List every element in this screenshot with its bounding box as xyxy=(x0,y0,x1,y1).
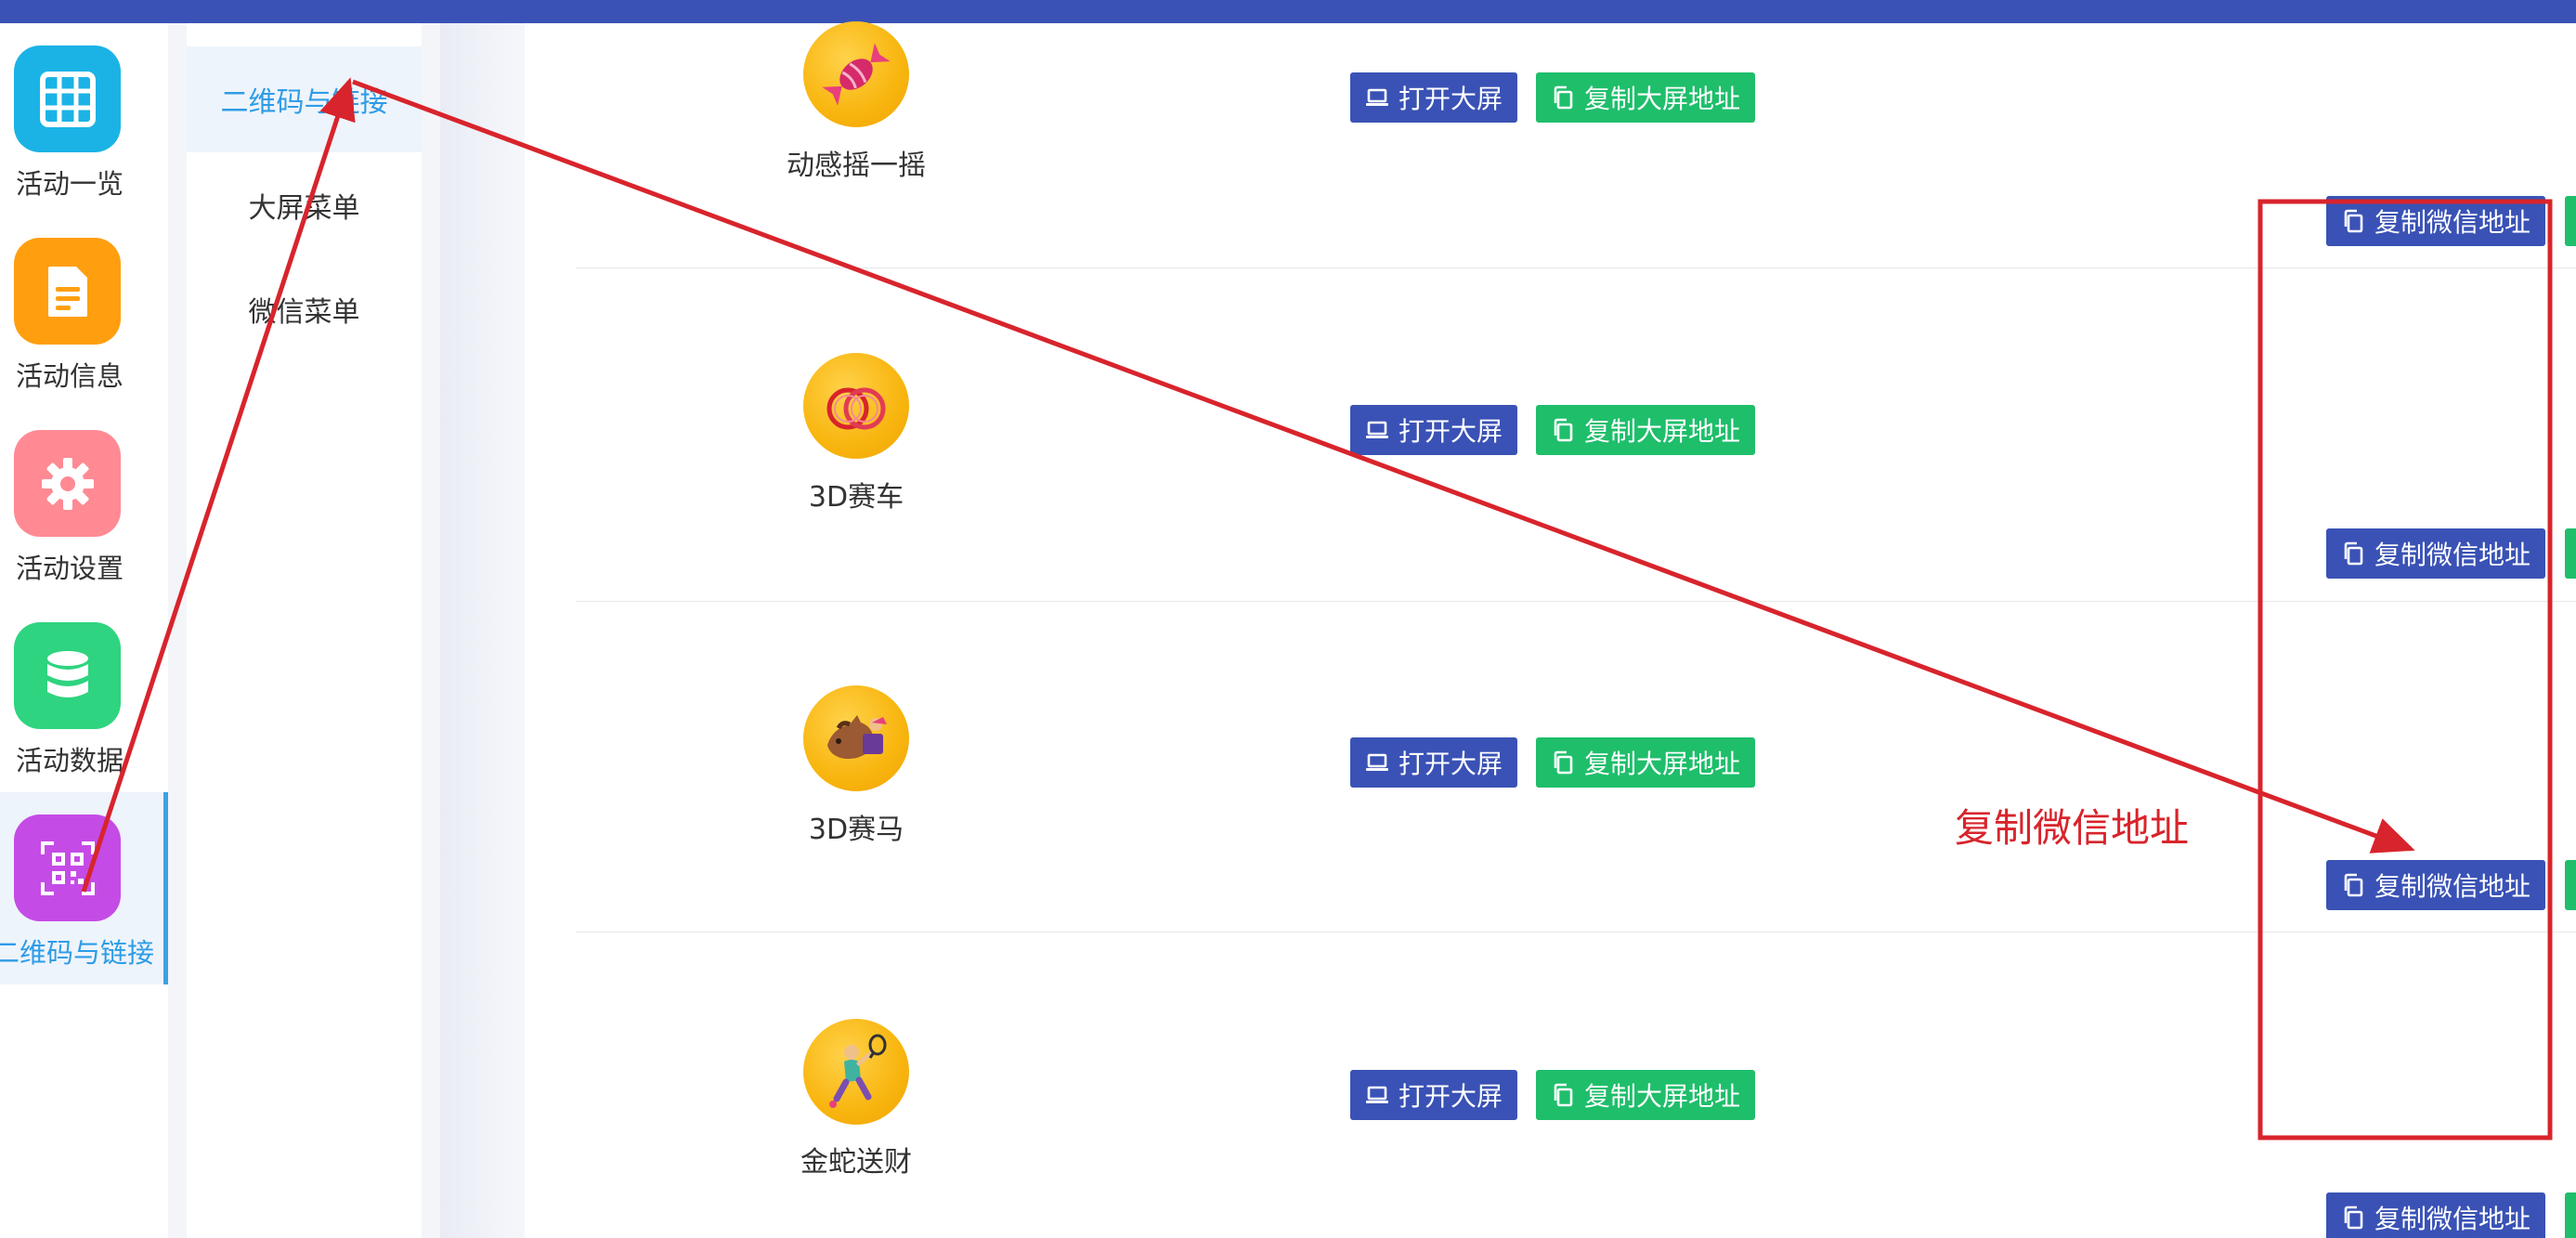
nav-item-label: 活动信息 xyxy=(15,360,124,392)
nav-item-activity-list[interactable]: 活动一览 xyxy=(0,23,168,215)
nav-item-activity-data[interactable]: 活动数据 xyxy=(0,600,168,792)
copy-icon xyxy=(1554,85,1573,110)
nav-item-label: 活动数据 xyxy=(15,745,124,776)
nav-item-label: 二维码与链接 xyxy=(0,937,155,969)
copy-wechat-url-button[interactable]: 复制微信地址 xyxy=(2326,196,2546,246)
sub-menu-list: 二维码与链接 大屏菜单 微信菜单 xyxy=(187,23,422,1238)
submenu-item-screen-menu[interactable]: 大屏菜单 xyxy=(187,152,422,258)
button-label: 复制微信地址 xyxy=(2374,207,2531,238)
copy-icon xyxy=(1554,1083,1573,1107)
game-name: 动感摇一摇 xyxy=(787,150,926,182)
top-bar xyxy=(0,0,2576,23)
nav-item-label: 活动一览 xyxy=(15,168,124,200)
copy-icon xyxy=(1554,418,1573,442)
button-label: 复制微信地址 xyxy=(2374,540,2531,570)
button-label: 打开大屏 xyxy=(1399,84,1503,114)
button-label: 复制微信地址 xyxy=(2374,871,2531,902)
copy-icon xyxy=(2344,209,2363,233)
rings-icon xyxy=(803,353,909,459)
green-action-button[interactable] xyxy=(2565,528,2576,579)
content-gutter xyxy=(440,23,525,1238)
green-action-button[interactable] xyxy=(2565,860,2576,910)
copy-screen-url-button[interactable]: 复制大屏地址 xyxy=(1536,72,1756,123)
nav-item-activity-info[interactable]: 活动信息 xyxy=(0,215,168,408)
button-label: 打开大屏 xyxy=(1399,749,1503,779)
copy-wechat-url-button[interactable]: 复制微信地址 xyxy=(2326,860,2546,910)
open-screen-button[interactable]: 打开大屏 xyxy=(1350,1070,1518,1120)
button-label: 复制大屏地址 xyxy=(1584,416,1741,447)
button-label: 复制大屏地址 xyxy=(1584,749,1741,779)
copy-wechat-url-button[interactable]: 复制微信地址 xyxy=(2326,528,2546,579)
submenu-item-qrcode-links[interactable]: 二维码与链接 xyxy=(187,46,422,152)
row-divider xyxy=(576,601,2576,602)
game-name: 金蛇送财 xyxy=(800,1146,912,1179)
tennis-player-icon xyxy=(803,1019,909,1125)
open-screen-button[interactable]: 打开大屏 xyxy=(1350,72,1518,123)
button-label: 打开大屏 xyxy=(1399,1081,1503,1112)
green-action-button[interactable] xyxy=(2565,1192,2576,1238)
button-label: 复制微信地址 xyxy=(2374,1204,2531,1234)
game-name: 3D赛车 xyxy=(808,481,904,514)
icon-nav: 活动一览 活动信息 活动设置 活动数据 二维码与链接 xyxy=(0,23,168,1238)
green-action-button[interactable] xyxy=(2565,196,2576,246)
open-screen-button[interactable]: 打开大屏 xyxy=(1350,405,1518,455)
button-label: 打开大屏 xyxy=(1399,416,1503,447)
copy-screen-url-button[interactable]: 复制大屏地址 xyxy=(1536,1070,1756,1120)
nav-item-qrcode-links[interactable]: 二维码与链接 xyxy=(0,792,168,984)
grid-icon xyxy=(14,46,121,152)
sub-menu: 二维码与链接 大屏菜单 微信菜单 xyxy=(168,23,440,1238)
open-screen-button[interactable]: 打开大屏 xyxy=(1350,737,1518,788)
laptop-icon xyxy=(1366,88,1388,106)
candy-icon xyxy=(803,21,909,127)
nav-item-activity-settings[interactable]: 活动设置 xyxy=(0,408,168,600)
row-divider xyxy=(576,267,2576,268)
copy-icon xyxy=(2344,541,2363,566)
app-root: 活动一览 活动信息 活动设置 活动数据 二维码与链接 二维码与链接 大屏菜单 微… xyxy=(0,0,2576,1238)
database-icon xyxy=(14,622,121,729)
annotation-label: 复制微信地址 xyxy=(1955,805,2190,851)
copy-screen-url-button[interactable]: 复制大屏地址 xyxy=(1536,405,1756,455)
game-name: 3D赛马 xyxy=(808,814,904,846)
qrcode-icon xyxy=(14,814,121,921)
horse-icon xyxy=(803,685,909,791)
laptop-icon xyxy=(1366,1086,1388,1103)
copy-icon xyxy=(1554,750,1573,775)
submenu-item-wechat-menu[interactable]: 微信菜单 xyxy=(187,256,422,362)
button-label: 复制大屏地址 xyxy=(1584,84,1741,114)
button-label: 复制大屏地址 xyxy=(1584,1081,1741,1112)
document-icon xyxy=(14,238,121,345)
copy-wechat-url-button[interactable]: 复制微信地址 xyxy=(2326,1192,2546,1238)
gear-icon xyxy=(14,430,121,537)
nav-item-label: 活动设置 xyxy=(15,553,124,584)
laptop-icon xyxy=(1366,421,1388,438)
laptop-icon xyxy=(1366,753,1388,771)
copy-icon xyxy=(2344,1205,2363,1230)
copy-screen-url-button[interactable]: 复制大屏地址 xyxy=(1536,737,1756,788)
copy-icon xyxy=(2344,873,2363,897)
